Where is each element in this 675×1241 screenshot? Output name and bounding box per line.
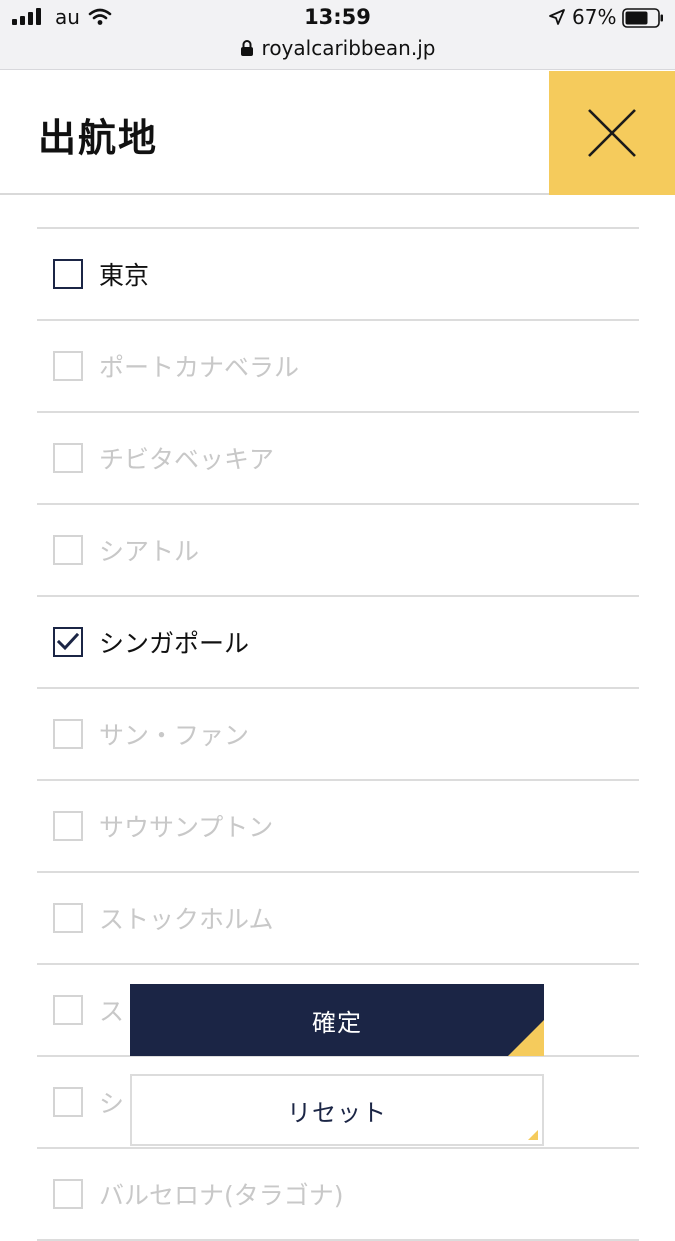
port-option[interactable]: シンガポール [37,597,639,689]
close-button[interactable] [549,71,675,195]
panel-title: 出航地 [38,116,159,160]
checkbox [53,719,83,749]
port-option-label: サウサンプトン [99,813,274,842]
checkmark-icon [57,633,79,651]
checkbox [53,443,83,473]
checkbox [53,535,83,565]
port-option-label: チビタベッキア [99,445,275,474]
port-option-label: サン・ファン [99,721,250,750]
checkbox [53,903,83,933]
port-option[interactable]: 東京 [37,229,639,321]
reset-button[interactable]: リセット [130,1074,544,1146]
checkbox-checked[interactable] [53,627,83,657]
port-option: チビタベッキア [37,413,639,505]
checkbox [53,351,83,381]
port-option-label: シアトル [99,537,200,566]
port-option-label: ストックホルム [99,905,274,934]
lock-icon [240,40,253,56]
checkbox [53,1087,83,1117]
page-url: royalcaribbean.jp [261,36,436,60]
port-option-label: 東京 [99,261,150,290]
checkbox [53,1179,83,1209]
reset-button-label: リセット [287,1098,387,1127]
checkbox[interactable] [53,259,83,289]
port-option-label: シ [99,1089,125,1118]
port-option: ストックホルム [37,873,639,965]
checkbox [53,995,83,1025]
port-option: シアトル [37,505,639,597]
browser-status-area: au 13:59 67% royalcaribbean.jp [0,0,675,70]
checkbox [53,811,83,841]
port-option-label: バルセロナ(タラゴナ) [99,1181,344,1210]
address-bar[interactable]: royalcaribbean.jp [0,36,675,60]
port-option: サウサンプトン [37,781,639,873]
port-option-label: ポートカナベラル [99,353,300,382]
button-corner-accent [528,1130,538,1140]
confirm-button-label: 確定 [312,1008,362,1037]
filter-panel-header: 出航地 [0,71,675,195]
confirm-button[interactable]: 確定 [130,984,544,1056]
port-option: バルセロナ(タラゴナ) [37,1149,639,1241]
battery-icon [622,8,663,28]
close-icon [588,109,636,157]
port-option: ポートカナベラル [37,321,639,413]
port-option-label: ス [99,997,125,1026]
location-arrow-icon [549,9,565,25]
port-option-label: シンガポール [99,629,250,658]
port-option: サン・ファン [37,689,639,781]
button-corner-accent [508,1020,544,1056]
battery-percent: 67% [572,5,617,29]
